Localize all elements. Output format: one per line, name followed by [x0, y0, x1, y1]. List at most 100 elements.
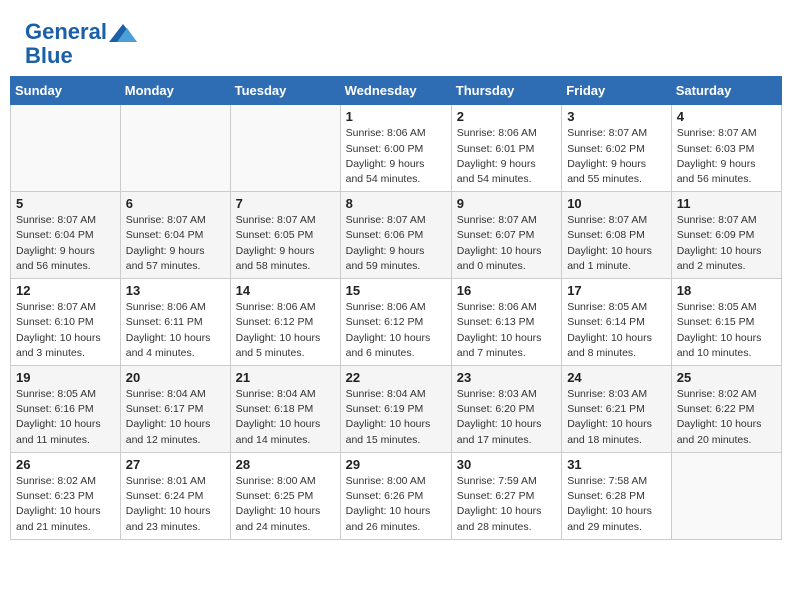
calendar-cell: 10 Sunrise: 8:07 AM Sunset: 6:08 PM Dayli…	[562, 192, 672, 279]
day-info: Sunrise: 8:07 AM Sunset: 6:06 PM Dayligh…	[346, 213, 446, 274]
day-info: Sunrise: 8:06 AM Sunset: 6:13 PM Dayligh…	[457, 300, 556, 361]
calendar-week-row: 5 Sunrise: 8:07 AM Sunset: 6:04 PM Daylig…	[11, 192, 782, 279]
calendar-cell: 19 Sunrise: 8:05 AM Sunset: 6:16 PM Dayli…	[11, 366, 121, 453]
calendar-cell: 13 Sunrise: 8:06 AM Sunset: 6:11 PM Dayli…	[120, 279, 230, 366]
day-info: Sunrise: 8:00 AM Sunset: 6:26 PM Dayligh…	[346, 474, 446, 535]
calendar-cell: 24 Sunrise: 8:03 AM Sunset: 6:21 PM Dayli…	[562, 366, 672, 453]
day-info: Sunrise: 8:05 AM Sunset: 6:14 PM Dayligh…	[567, 300, 666, 361]
logo: General Blue	[25, 20, 137, 68]
day-number: 11	[677, 196, 776, 211]
day-info: Sunrise: 8:00 AM Sunset: 6:25 PM Dayligh…	[236, 474, 335, 535]
calendar-header-row: SundayMondayTuesdayWednesdayThursdayFrid…	[11, 77, 782, 105]
weekday-header: Sunday	[11, 77, 121, 105]
calendar-cell: 15 Sunrise: 8:06 AM Sunset: 6:12 PM Dayli…	[340, 279, 451, 366]
calendar-cell: 22 Sunrise: 8:04 AM Sunset: 6:19 PM Dayli…	[340, 366, 451, 453]
calendar-cell: 16Sunrise: 8:06 AM Sunset: 6:13 PM Dayli…	[451, 279, 561, 366]
day-info: Sunrise: 8:06 AM Sunset: 6:12 PM Dayligh…	[236, 300, 335, 361]
logo-icon	[109, 24, 137, 42]
calendar-cell: 9Sunrise: 8:07 AM Sunset: 6:07 PM Daylig…	[451, 192, 561, 279]
day-number: 20	[126, 370, 225, 385]
calendar-week-row: 26Sunrise: 8:02 AM Sunset: 6:23 PM Dayli…	[11, 452, 782, 539]
day-info: Sunrise: 8:04 AM Sunset: 6:19 PM Dayligh…	[346, 387, 446, 448]
calendar-cell	[230, 105, 340, 192]
calendar-cell: 8 Sunrise: 8:07 AM Sunset: 6:06 PM Daylig…	[340, 192, 451, 279]
weekday-header: Friday	[562, 77, 672, 105]
day-info: Sunrise: 8:07 AM Sunset: 6:04 PM Dayligh…	[16, 213, 115, 274]
day-number: 6	[126, 196, 225, 211]
day-info: Sunrise: 8:07 AM Sunset: 6:09 PM Dayligh…	[677, 213, 776, 274]
weekday-header: Monday	[120, 77, 230, 105]
day-info: Sunrise: 8:07 AM Sunset: 6:07 PM Dayligh…	[457, 213, 556, 274]
weekday-header: Thursday	[451, 77, 561, 105]
day-number: 27	[126, 457, 225, 472]
logo-text: General	[25, 20, 137, 44]
day-number: 30	[457, 457, 556, 472]
calendar-cell: 5 Sunrise: 8:07 AM Sunset: 6:04 PM Daylig…	[11, 192, 121, 279]
calendar-cell: 1 Sunrise: 8:06 AM Sunset: 6:00 PM Daylig…	[340, 105, 451, 192]
calendar-cell: 27 Sunrise: 8:01 AM Sunset: 6:24 PM Dayli…	[120, 452, 230, 539]
calendar-cell: 20 Sunrise: 8:04 AM Sunset: 6:17 PM Dayli…	[120, 366, 230, 453]
day-info: Sunrise: 8:02 AM Sunset: 6:23 PM Dayligh…	[16, 474, 115, 535]
day-info: Sunrise: 8:06 AM Sunset: 6:12 PM Dayligh…	[346, 300, 446, 361]
day-info: Sunrise: 8:06 AM Sunset: 6:00 PM Dayligh…	[346, 126, 446, 187]
calendar-cell: 29Sunrise: 8:00 AM Sunset: 6:26 PM Dayli…	[340, 452, 451, 539]
day-number: 15	[346, 283, 446, 298]
header: General Blue	[10, 10, 782, 76]
day-number: 14	[236, 283, 335, 298]
calendar-cell: 17 Sunrise: 8:05 AM Sunset: 6:14 PM Dayli…	[562, 279, 672, 366]
calendar-week-row: 1 Sunrise: 8:06 AM Sunset: 6:00 PM Daylig…	[11, 105, 782, 192]
calendar-cell: 26Sunrise: 8:02 AM Sunset: 6:23 PM Dayli…	[11, 452, 121, 539]
day-info: Sunrise: 8:07 AM Sunset: 6:02 PM Dayligh…	[567, 126, 666, 187]
day-number: 17	[567, 283, 666, 298]
calendar-cell: 31Sunrise: 7:58 AM Sunset: 6:28 PM Dayli…	[562, 452, 672, 539]
calendar-cell: 23 Sunrise: 8:03 AM Sunset: 6:20 PM Dayli…	[451, 366, 561, 453]
calendar-cell	[11, 105, 121, 192]
calendar-cell: 28 Sunrise: 8:00 AM Sunset: 6:25 PM Dayli…	[230, 452, 340, 539]
day-info: Sunrise: 8:03 AM Sunset: 6:21 PM Dayligh…	[567, 387, 666, 448]
day-info: Sunrise: 8:02 AM Sunset: 6:22 PM Dayligh…	[677, 387, 776, 448]
day-number: 12	[16, 283, 115, 298]
calendar-cell: 12 Sunrise: 8:07 AM Sunset: 6:10 PM Dayli…	[11, 279, 121, 366]
day-number: 10	[567, 196, 666, 211]
calendar-cell: 30 Sunrise: 7:59 AM Sunset: 6:27 PM Dayli…	[451, 452, 561, 539]
weekday-header: Wednesday	[340, 77, 451, 105]
calendar-cell	[671, 452, 781, 539]
calendar-cell: 21 Sunrise: 8:04 AM Sunset: 6:18 PM Dayli…	[230, 366, 340, 453]
day-info: Sunrise: 8:07 AM Sunset: 6:05 PM Dayligh…	[236, 213, 335, 274]
day-number: 25	[677, 370, 776, 385]
day-number: 8	[346, 196, 446, 211]
calendar-cell: 14 Sunrise: 8:06 AM Sunset: 6:12 PM Dayli…	[230, 279, 340, 366]
day-info: Sunrise: 8:04 AM Sunset: 6:18 PM Dayligh…	[236, 387, 335, 448]
day-number: 5	[16, 196, 115, 211]
day-number: 28	[236, 457, 335, 472]
day-info: Sunrise: 8:07 AM Sunset: 6:04 PM Dayligh…	[126, 213, 225, 274]
day-number: 1	[346, 109, 446, 124]
day-info: Sunrise: 8:03 AM Sunset: 6:20 PM Dayligh…	[457, 387, 556, 448]
day-number: 4	[677, 109, 776, 124]
day-number: 21	[236, 370, 335, 385]
calendar-week-row: 19 Sunrise: 8:05 AM Sunset: 6:16 PM Dayli…	[11, 366, 782, 453]
calendar-cell: 7Sunrise: 8:07 AM Sunset: 6:05 PM Daylig…	[230, 192, 340, 279]
day-number: 23	[457, 370, 556, 385]
day-number: 2	[457, 109, 556, 124]
day-info: Sunrise: 7:59 AM Sunset: 6:27 PM Dayligh…	[457, 474, 556, 535]
day-info: Sunrise: 8:05 AM Sunset: 6:16 PM Dayligh…	[16, 387, 115, 448]
day-number: 18	[677, 283, 776, 298]
day-number: 3	[567, 109, 666, 124]
logo-text-blue: Blue	[25, 44, 137, 68]
weekday-header: Tuesday	[230, 77, 340, 105]
calendar-week-row: 12 Sunrise: 8:07 AM Sunset: 6:10 PM Dayli…	[11, 279, 782, 366]
day-number: 22	[346, 370, 446, 385]
calendar-cell: 2Sunrise: 8:06 AM Sunset: 6:01 PM Daylig…	[451, 105, 561, 192]
day-number: 19	[16, 370, 115, 385]
day-info: Sunrise: 8:06 AM Sunset: 6:11 PM Dayligh…	[126, 300, 225, 361]
day-info: Sunrise: 8:01 AM Sunset: 6:24 PM Dayligh…	[126, 474, 225, 535]
day-info: Sunrise: 8:07 AM Sunset: 6:08 PM Dayligh…	[567, 213, 666, 274]
calendar-cell: 3 Sunrise: 8:07 AM Sunset: 6:02 PM Daylig…	[562, 105, 672, 192]
day-number: 24	[567, 370, 666, 385]
calendar-cell	[120, 105, 230, 192]
day-info: Sunrise: 8:04 AM Sunset: 6:17 PM Dayligh…	[126, 387, 225, 448]
day-number: 13	[126, 283, 225, 298]
day-info: Sunrise: 8:07 AM Sunset: 6:03 PM Dayligh…	[677, 126, 776, 187]
day-info: Sunrise: 8:07 AM Sunset: 6:10 PM Dayligh…	[16, 300, 115, 361]
